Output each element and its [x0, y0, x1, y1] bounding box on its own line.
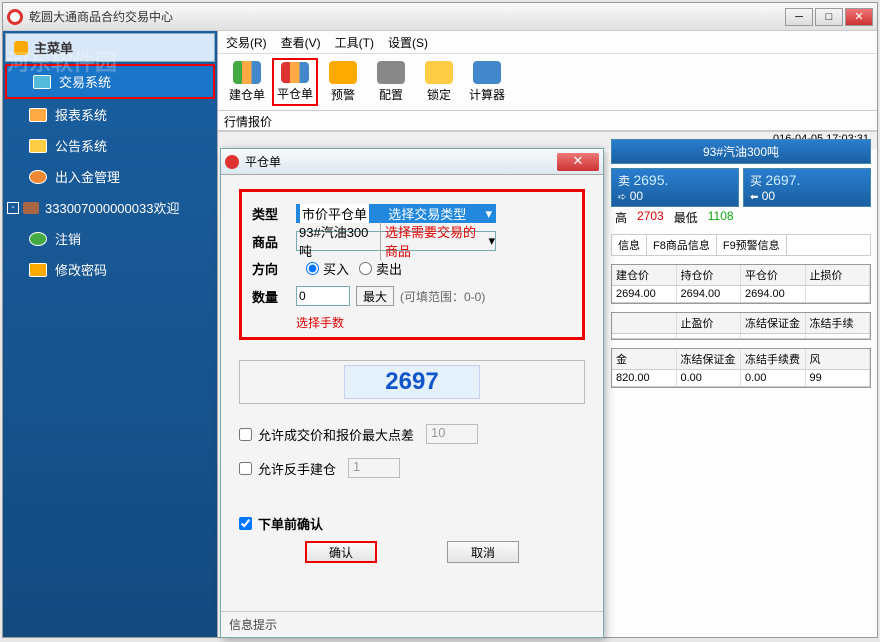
tab-info[interactable]: 信息 [612, 235, 647, 255]
monitor-icon [33, 75, 51, 89]
lock-icon [425, 61, 453, 84]
table-row[interactable] [612, 334, 870, 339]
info-tabs: 信息 F8商品信息 F9预警信息 [611, 234, 871, 256]
order-form: 类型 市价平仓单选择交易类型▾ 商品 93#汽油300吨选择需要交易的商品▾ 方… [239, 189, 585, 340]
quantity-tip: 选择手数 [296, 314, 572, 331]
maximize-button[interactable]: □ [815, 8, 843, 26]
product-name[interactable]: 93#汽油300吨 [611, 139, 871, 164]
collapse-icon[interactable]: - [7, 202, 19, 214]
notice-icon [29, 139, 47, 153]
sell-box[interactable]: 卖 2695. ➪ 00 [611, 168, 739, 207]
ok-button[interactable]: 确认 [305, 541, 377, 563]
sidebar-item-money[interactable]: 出入金管理 [3, 161, 217, 192]
price-display: 2697 [239, 360, 585, 404]
tool-open-order[interactable]: 建仓单 [224, 58, 270, 106]
type-label: 类型 [252, 204, 296, 223]
confirm-checkbox[interactable] [239, 517, 252, 530]
info-tip: 信息提示 [221, 611, 603, 637]
tool-calculator[interactable]: 计算器 [464, 58, 510, 106]
tool-close-order[interactable]: 平仓单 [272, 58, 318, 106]
titlebar: 乾圆大通商品合约交易中心 ─ □ ✕ [3, 3, 877, 31]
price-value: 2697 [344, 365, 479, 399]
menu-settings[interactable]: 设置(S) [388, 34, 428, 51]
quote-panel: 93#汽油300吨 卖 2695. ➪ 00 买 2697. ⬅ 00 高270… [611, 139, 871, 388]
reverse-checkbox[interactable] [239, 462, 252, 475]
tool-config[interactable]: 配置 [368, 58, 414, 106]
table-row[interactable]: 820.000.000.0099 [612, 370, 870, 387]
position-table: 建仓价持仓价平仓价止损价 2694.002694.002694.00 [611, 264, 871, 304]
bell-icon [329, 61, 357, 84]
sidebar-header: 主菜单 [5, 33, 215, 62]
menu-tools[interactable]: 工具(T) [335, 34, 374, 51]
money-icon [29, 170, 47, 184]
table-row[interactable]: 2694.002694.002694.00 [612, 286, 870, 303]
cancel-button[interactable]: 取消 [447, 541, 519, 563]
profit-table: 止盈价冻结保证金冻结手续 [611, 312, 871, 340]
type-select[interactable]: 市价平仓单选择交易类型▾ [296, 204, 496, 223]
dialog-close-button[interactable]: ✕ [557, 153, 599, 171]
app-icon [7, 9, 23, 25]
sidebar-item-logout[interactable]: 注销 [3, 223, 217, 254]
reverse-value[interactable]: 1 [348, 458, 400, 478]
menu-view[interactable]: 查看(V) [281, 34, 321, 51]
buy-radio[interactable] [306, 262, 319, 275]
close-button[interactable]: ✕ [845, 8, 873, 26]
quote-label: 行情报价 [218, 111, 877, 131]
cup-icon [23, 202, 39, 214]
direction-label: 方向 [252, 259, 296, 278]
tool-lock[interactable]: 锁定 [416, 58, 462, 106]
chart-remove-icon [281, 62, 309, 83]
calculator-icon [473, 61, 501, 84]
quantity-input[interactable] [296, 286, 350, 306]
report-icon [29, 108, 47, 122]
quantity-label: 数量 [252, 287, 296, 306]
tab-alert-info[interactable]: F9预警信息 [717, 235, 787, 255]
sidebar-item-reports[interactable]: 报表系统 [3, 99, 217, 130]
user-icon [29, 232, 47, 246]
dialog-titlebar[interactable]: 平仓单 ✕ [221, 149, 603, 175]
close-order-dialog: 平仓单 ✕ 类型 市价平仓单选择交易类型▾ 商品 93#汽油300吨选择需要交易… [220, 148, 604, 638]
slippage-value[interactable]: 10 [426, 424, 478, 444]
chevron-down-icon: ▾ [485, 206, 492, 222]
sidebar: 河东软件园 主菜单 交易系统 报表系统 公告系统 出入金管理 [3, 31, 217, 637]
menu-trade[interactable]: 交易(R) [226, 34, 267, 51]
tool-alert[interactable]: 预警 [320, 58, 366, 106]
gear-icon [377, 61, 405, 84]
sidebar-item-password[interactable]: 修改密码 [3, 254, 217, 285]
window-title: 乾圆大通商品合约交易中心 [29, 8, 783, 25]
sell-radio[interactable] [359, 262, 372, 275]
max-button[interactable]: 最大 [356, 286, 394, 306]
quantity-range: (可填范围：0-0) [400, 288, 485, 305]
dialog-icon [225, 155, 239, 169]
sidebar-item-trading[interactable]: 交易系统 [5, 64, 215, 99]
buy-box[interactable]: 买 2697. ⬅ 00 [743, 168, 871, 207]
account-node[interactable]: - 333007000000033欢迎 [3, 192, 217, 223]
right-arrow-icon: ➪ [618, 192, 626, 203]
slippage-checkbox[interactable] [239, 428, 252, 441]
tab-product-info[interactable]: F8商品信息 [647, 235, 717, 255]
margin-table: 金冻结保证金冻结手续费风 820.000.000.0099 [611, 348, 871, 388]
menu-icon [14, 41, 28, 55]
menubar: 交易(R) 查看(V) 工具(T) 设置(S) [218, 31, 877, 53]
product-select[interactable]: 93#汽油300吨选择需要交易的商品▾ [296, 231, 496, 251]
key-icon [29, 263, 47, 277]
chart-add-icon [233, 61, 261, 84]
product-label: 商品 [252, 232, 296, 251]
minimize-button[interactable]: ─ [785, 8, 813, 26]
chevron-down-icon: ▾ [488, 233, 495, 249]
sidebar-item-notice[interactable]: 公告系统 [3, 130, 217, 161]
toolbar: 建仓单 平仓单 预警 配置 锁定 计算器 [218, 53, 877, 111]
left-arrow-icon: ⬅ [750, 192, 758, 203]
